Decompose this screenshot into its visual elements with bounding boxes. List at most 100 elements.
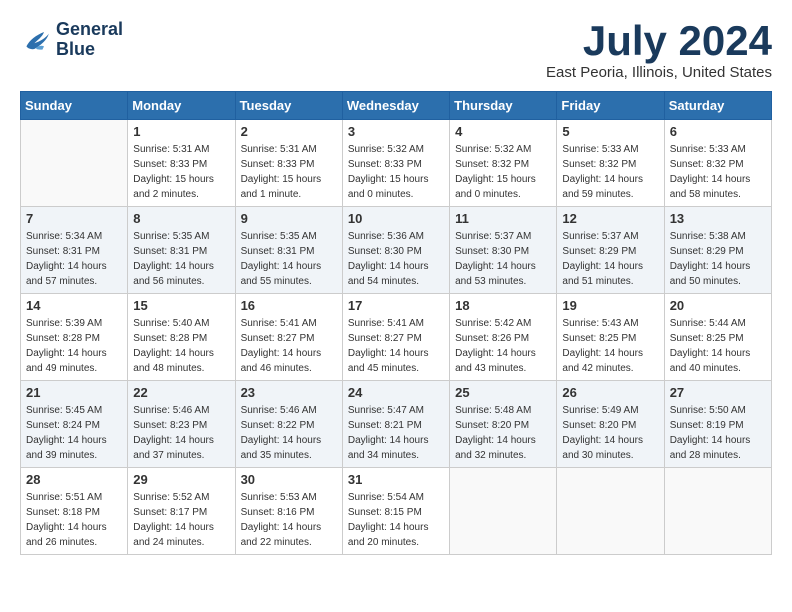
day-info: Sunrise: 5:33 AMSunset: 8:32 PMDaylight:… <box>670 142 766 202</box>
calendar-cell: 28Sunrise: 5:51 AMSunset: 8:18 PMDayligh… <box>21 468 128 555</box>
calendar-table: SundayMondayTuesdayWednesdayThursdayFrid… <box>20 91 772 555</box>
day-info: Sunrise: 5:52 AMSunset: 8:17 PMDaylight:… <box>133 490 229 550</box>
header-monday: Monday <box>128 92 235 120</box>
calendar-cell: 15 Sunrise: 5:40 AMSunset: 8:28 PMDayligh… <box>128 294 235 381</box>
day-number: 8 <box>133 211 229 226</box>
day-info: Sunrise: 5:39 AMSunset: 8:28 PMDaylight:… <box>26 316 122 376</box>
day-info: Sunrise: 5:34 AMSunset: 8:31 PMDaylight:… <box>26 229 122 289</box>
calendar-cell: 21Sunrise: 5:45 AMSunset: 8:24 PMDayligh… <box>21 381 128 468</box>
calendar-week-2: 7 Sunrise: 5:34 AMSunset: 8:31 PMDaylight… <box>21 207 772 294</box>
day-info: Sunrise: 5:54 AMSunset: 8:15 PMDaylight:… <box>348 490 444 550</box>
day-number: 10 <box>348 211 444 226</box>
calendar-cell: 6 Sunrise: 5:33 AMSunset: 8:32 PMDaylight… <box>664 120 771 207</box>
day-number: 5 <box>562 124 658 139</box>
day-info: Sunrise: 5:32 AMSunset: 8:32 PMDaylight:… <box>455 142 551 202</box>
calendar-cell: 24 Sunrise: 5:47 AMSunset: 8:21 PMDayligh… <box>342 381 449 468</box>
calendar-cell: 14 Sunrise: 5:39 AMSunset: 8:28 PMDayligh… <box>21 294 128 381</box>
header-wednesday: Wednesday <box>342 92 449 120</box>
calendar-cell <box>450 468 557 555</box>
calendar-cell: 26Sunrise: 5:49 AMSunset: 8:20 PMDayligh… <box>557 381 664 468</box>
calendar-week-5: 28Sunrise: 5:51 AMSunset: 8:18 PMDayligh… <box>21 468 772 555</box>
calendar-cell <box>21 120 128 207</box>
day-number: 18 <box>455 298 551 313</box>
calendar-cell: 31 Sunrise: 5:54 AMSunset: 8:15 PMDayligh… <box>342 468 449 555</box>
day-info: Sunrise: 5:37 AMSunset: 8:29 PMDaylight:… <box>562 229 658 289</box>
calendar-cell: 17 Sunrise: 5:41 AMSunset: 8:27 PMDayligh… <box>342 294 449 381</box>
location: East Peoria, Illinois, United States <box>546 64 772 81</box>
calendar-cell: 3 Sunrise: 5:32 AMSunset: 8:33 PMDaylight… <box>342 120 449 207</box>
calendar-cell: 1 Sunrise: 5:31 AMSunset: 8:33 PMDaylight… <box>128 120 235 207</box>
calendar-cell: 4 Sunrise: 5:32 AMSunset: 8:32 PMDaylight… <box>450 120 557 207</box>
day-number: 9 <box>241 211 337 226</box>
header-friday: Friday <box>557 92 664 120</box>
logo-text: General Blue <box>56 20 123 60</box>
day-number: 23 <box>241 385 337 400</box>
day-number: 17 <box>348 298 444 313</box>
calendar-cell: 5Sunrise: 5:33 AMSunset: 8:32 PMDaylight… <box>557 120 664 207</box>
day-number: 14 <box>26 298 122 313</box>
day-number: 13 <box>670 211 766 226</box>
calendar-cell: 29 Sunrise: 5:52 AMSunset: 8:17 PMDayligh… <box>128 468 235 555</box>
day-info: Sunrise: 5:37 AMSunset: 8:30 PMDaylight:… <box>455 229 551 289</box>
day-number: 7 <box>26 211 122 226</box>
day-number: 22 <box>133 385 229 400</box>
day-number: 11 <box>455 211 551 226</box>
day-number: 12 <box>562 211 658 226</box>
calendar-cell: 30 Sunrise: 5:53 AMSunset: 8:16 PMDayligh… <box>235 468 342 555</box>
calendar-week-3: 14 Sunrise: 5:39 AMSunset: 8:28 PMDayligh… <box>21 294 772 381</box>
calendar-cell <box>557 468 664 555</box>
day-info: Sunrise: 5:36 AMSunset: 8:30 PMDaylight:… <box>348 229 444 289</box>
day-info: Sunrise: 5:51 AMSunset: 8:18 PMDaylight:… <box>26 490 122 550</box>
logo-icon <box>20 24 52 56</box>
day-number: 2 <box>241 124 337 139</box>
day-info: Sunrise: 5:38 AMSunset: 8:29 PMDaylight:… <box>670 229 766 289</box>
header-tuesday: Tuesday <box>235 92 342 120</box>
day-number: 20 <box>670 298 766 313</box>
day-number: 31 <box>348 472 444 487</box>
day-info: Sunrise: 5:47 AMSunset: 8:21 PMDaylight:… <box>348 403 444 463</box>
day-number: 3 <box>348 124 444 139</box>
calendar-week-1: 1 Sunrise: 5:31 AMSunset: 8:33 PMDaylight… <box>21 120 772 207</box>
day-number: 19 <box>562 298 658 313</box>
day-number: 30 <box>241 472 337 487</box>
calendar-cell: 25Sunrise: 5:48 AMSunset: 8:20 PMDayligh… <box>450 381 557 468</box>
day-info: Sunrise: 5:35 AMSunset: 8:31 PMDaylight:… <box>133 229 229 289</box>
day-info: Sunrise: 5:46 AMSunset: 8:22 PMDaylight:… <box>241 403 337 463</box>
calendar-cell: 18 Sunrise: 5:42 AMSunset: 8:26 PMDayligh… <box>450 294 557 381</box>
calendar-cell: 12 Sunrise: 5:37 AMSunset: 8:29 PMDayligh… <box>557 207 664 294</box>
calendar-cell: 20 Sunrise: 5:44 AMSunset: 8:25 PMDayligh… <box>664 294 771 381</box>
calendar-cell: 2Sunrise: 5:31 AMSunset: 8:33 PMDaylight… <box>235 120 342 207</box>
title-section: July 2024 East Peoria, Illinois, United … <box>546 20 772 81</box>
day-info: Sunrise: 5:46 AMSunset: 8:23 PMDaylight:… <box>133 403 229 463</box>
day-info: Sunrise: 5:40 AMSunset: 8:28 PMDaylight:… <box>133 316 229 376</box>
day-info: Sunrise: 5:53 AMSunset: 8:16 PMDaylight:… <box>241 490 337 550</box>
day-number: 27 <box>670 385 766 400</box>
calendar-cell: 9Sunrise: 5:35 AMSunset: 8:31 PMDaylight… <box>235 207 342 294</box>
day-number: 24 <box>348 385 444 400</box>
day-number: 6 <box>670 124 766 139</box>
day-number: 29 <box>133 472 229 487</box>
calendar-cell: 11 Sunrise: 5:37 AMSunset: 8:30 PMDayligh… <box>450 207 557 294</box>
day-info: Sunrise: 5:48 AMSunset: 8:20 PMDaylight:… <box>455 403 551 463</box>
day-info: Sunrise: 5:42 AMSunset: 8:26 PMDaylight:… <box>455 316 551 376</box>
calendar-cell: 19Sunrise: 5:43 AMSunset: 8:25 PMDayligh… <box>557 294 664 381</box>
header-saturday: Saturday <box>664 92 771 120</box>
calendar-cell: 10 Sunrise: 5:36 AMSunset: 8:30 PMDayligh… <box>342 207 449 294</box>
day-number: 21 <box>26 385 122 400</box>
calendar-cell: 22 Sunrise: 5:46 AMSunset: 8:23 PMDayligh… <box>128 381 235 468</box>
calendar-cell: 16Sunrise: 5:41 AMSunset: 8:27 PMDayligh… <box>235 294 342 381</box>
day-number: 4 <box>455 124 551 139</box>
calendar-cell: 13 Sunrise: 5:38 AMSunset: 8:29 PMDayligh… <box>664 207 771 294</box>
calendar-cell <box>664 468 771 555</box>
day-info: Sunrise: 5:49 AMSunset: 8:20 PMDaylight:… <box>562 403 658 463</box>
day-number: 1 <box>133 124 229 139</box>
calendar-cell: 27Sunrise: 5:50 AMSunset: 8:19 PMDayligh… <box>664 381 771 468</box>
day-info: Sunrise: 5:41 AMSunset: 8:27 PMDaylight:… <box>241 316 337 376</box>
day-info: Sunrise: 5:44 AMSunset: 8:25 PMDaylight:… <box>670 316 766 376</box>
day-number: 15 <box>133 298 229 313</box>
day-info: Sunrise: 5:41 AMSunset: 8:27 PMDaylight:… <box>348 316 444 376</box>
day-info: Sunrise: 5:31 AMSunset: 8:33 PMDaylight:… <box>133 142 229 202</box>
day-info: Sunrise: 5:32 AMSunset: 8:33 PMDaylight:… <box>348 142 444 202</box>
calendar-cell: 8 Sunrise: 5:35 AMSunset: 8:31 PMDaylight… <box>128 207 235 294</box>
calendar-week-4: 21Sunrise: 5:45 AMSunset: 8:24 PMDayligh… <box>21 381 772 468</box>
